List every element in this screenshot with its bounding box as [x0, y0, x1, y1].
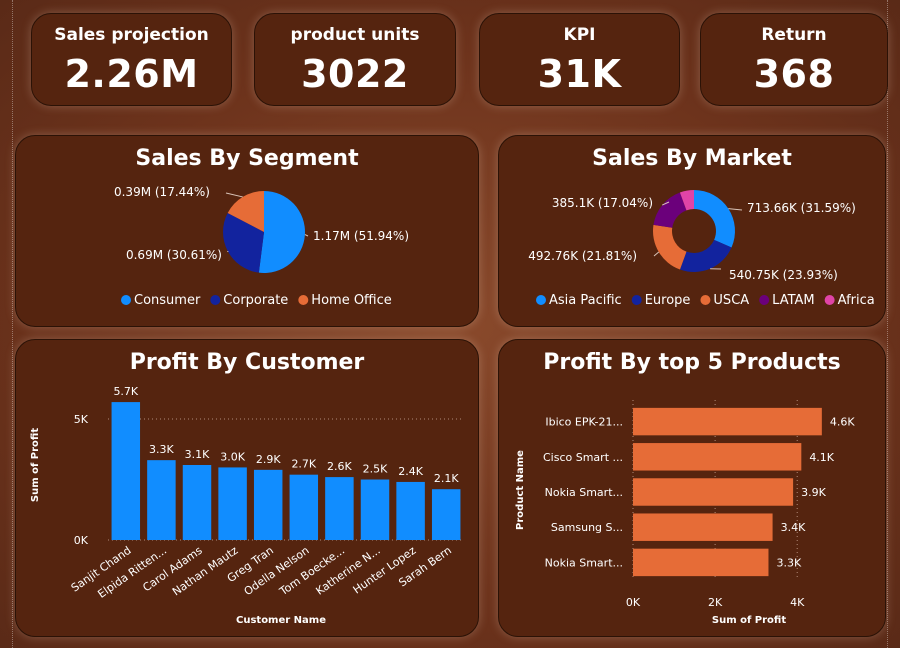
data-label: 3.3K	[149, 443, 174, 456]
bar	[182, 465, 212, 540]
bar	[396, 481, 425, 540]
pie-slice	[653, 192, 687, 228]
kpi-title: Return	[761, 25, 827, 45]
data-label: 3.1K	[185, 448, 210, 461]
kpi-title: Sales projection	[54, 25, 209, 45]
kpi-value: 3022	[301, 52, 409, 96]
data-label: 2.6K	[327, 460, 352, 473]
legend-marker	[536, 295, 546, 305]
leader-line	[728, 208, 743, 211]
data-label: 540.75K (23.93%)	[729, 268, 838, 282]
bar	[218, 467, 247, 540]
segment-pie-chart: 1.17M (51.94%) 0.69M (30.61%) 0.39M (17.44…	[114, 185, 409, 308]
kpi-card-sales-projection[interactable]: Sales projection 2.26M	[31, 13, 232, 106]
legend-marker	[631, 295, 642, 305]
bar	[633, 513, 773, 541]
kpi-title: KPI	[563, 25, 596, 45]
pie-slice	[258, 191, 306, 273]
x-tick-label: 4K	[790, 596, 805, 609]
bar	[289, 474, 319, 540]
y-tick-label: Ibico EPK-21...	[545, 416, 623, 429]
legend-label: USCA	[713, 293, 749, 308]
data-label: 0.69M (30.61%)	[126, 248, 222, 262]
legend-marker	[210, 295, 221, 305]
kpi-card-return[interactable]: Return 368	[700, 13, 888, 106]
legend-label: Europe	[645, 293, 691, 308]
leader-line	[225, 192, 243, 198]
chart-card-sales-by-segment[interactable]: Sales By Segment 1.17M (51.94%) 0.69M (30…	[15, 135, 479, 327]
data-label: 3.9K	[801, 486, 826, 499]
legend-marker	[121, 295, 131, 305]
x-tick-label: 2K	[708, 596, 723, 609]
legend-label: Africa	[838, 293, 875, 308]
market-donut-chart: 713.66K (31.59%) 540.75K (23.93%) 492.76K …	[528, 190, 875, 308]
pie-slice	[679, 239, 732, 272]
y-tick-label: Nokia Smart...	[545, 486, 623, 499]
legend-label: Asia Pacific	[549, 293, 622, 308]
x-tick-label: 0K	[626, 596, 641, 609]
y-axis-title: Sum of Profit	[30, 428, 41, 502]
y-tick-label: Nokia Smart...	[545, 556, 623, 569]
bar	[325, 477, 354, 540]
kpi-value: 2.26M	[64, 52, 199, 96]
data-label: 3.4K	[781, 521, 806, 534]
y-tick-label: Samsung S...	[551, 521, 623, 534]
data-label: 385.1K (17.04%)	[552, 196, 653, 210]
data-label: 2.7K	[291, 458, 316, 471]
chart-card-sales-by-market[interactable]: Sales By Market 713.66K (31.59%) 540.75K …	[498, 135, 886, 327]
kpi-card-kpi[interactable]: KPI 31K	[479, 13, 680, 106]
leader-line	[653, 251, 660, 257]
kpi-title: product units	[290, 25, 420, 45]
legend-label: Corporate	[223, 293, 288, 308]
data-label: 3.3K	[776, 556, 801, 569]
data-label: 3.0K	[220, 450, 245, 463]
bar	[360, 479, 390, 540]
data-label: 2.4K	[398, 465, 423, 478]
x-axis-title: Sum of Profit	[712, 615, 786, 626]
data-label: 2.5K	[363, 463, 388, 476]
y-tick-label: 5K	[74, 413, 89, 426]
data-label: 5.7K	[113, 385, 138, 398]
data-label: 4.1K	[809, 451, 834, 464]
data-label: 713.66K (31.59%)	[747, 201, 856, 215]
y-tick-label: 0K	[74, 534, 89, 547]
data-label: 2.1K	[434, 472, 459, 485]
bar	[431, 489, 461, 540]
kpi-value: 31K	[537, 52, 622, 96]
chart-card-profit-by-products[interactable]: Profit By top 5 Products 0K 2K 4K 4.6K Ibico…	[498, 339, 886, 637]
leader-line	[304, 234, 309, 237]
data-label: 492.76K (21.81%)	[528, 249, 637, 263]
products-bar-chart: 0K 2K 4K 4.6K Ibico EPK-21... 4.1K Cisco Smart…	[515, 400, 855, 626]
legend-label: Consumer	[134, 293, 201, 308]
bar	[253, 469, 283, 540]
legend-label: Home Office	[311, 293, 391, 308]
bar	[633, 478, 794, 506]
frame-guide-right	[887, 0, 888, 648]
frame-guide-left	[12, 0, 13, 648]
kpi-card-product-units[interactable]: product units 3022	[254, 13, 456, 106]
pie-slice	[694, 190, 735, 248]
y-axis-title: Product Name	[515, 450, 526, 530]
chart-card-profit-by-customer[interactable]: Profit By Customer 5K 0K 5.7K Sanjit Chand 3…	[15, 339, 479, 637]
customer-bar-chart: 5K0K5.7KSanjit Chand3.3KElpida Ritten...…	[30, 385, 464, 626]
legend-label: LATAM	[772, 293, 814, 308]
bar	[633, 407, 822, 436]
data-label: 1.17M (51.94%)	[313, 229, 409, 243]
data-label: 2.9K	[256, 453, 281, 466]
y-tick-label: Cisco Smart ...	[543, 451, 623, 464]
bar	[111, 402, 141, 540]
bar	[147, 460, 176, 540]
pie-slice	[653, 224, 687, 270]
data-label: 0.39M (17.44%)	[114, 185, 210, 199]
legend-marker	[759, 295, 770, 305]
legend-marker	[700, 295, 711, 305]
bar	[633, 443, 802, 471]
kpi-value: 368	[753, 52, 835, 96]
legend-marker	[824, 295, 835, 305]
data-label: 4.6K	[830, 416, 855, 429]
x-axis-title: Customer Name	[236, 615, 326, 626]
bar	[633, 548, 769, 577]
legend-marker	[298, 295, 309, 305]
